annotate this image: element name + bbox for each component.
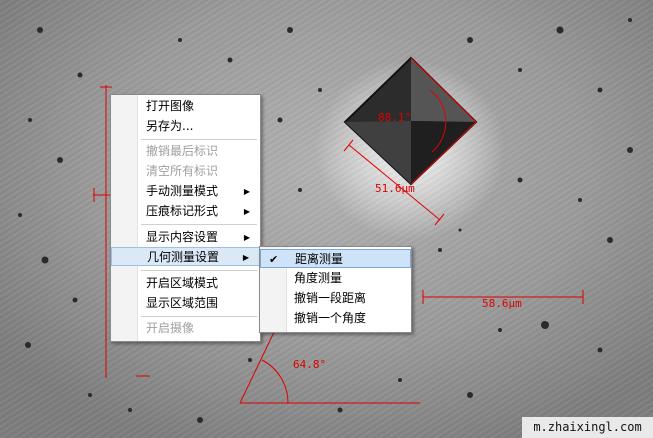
menu-item-enable-region-mode[interactable]: 开启区域模式 — [111, 274, 260, 293]
image-viewport[interactable]: 88.1° 51.6μm 58.6μm 64.8° m.zhaixingl.co… — [0, 0, 653, 438]
distance-label: 58.6μm — [482, 297, 522, 310]
menu-separator — [141, 316, 257, 317]
submenu-arrow-icon: ▶ — [242, 253, 249, 262]
menu-item-show-region-range[interactable]: 显示区域范围 — [111, 294, 260, 313]
angle-label: 64.8° — [293, 358, 327, 371]
menu-separator — [141, 139, 257, 140]
submenu-item-undo-distance[interactable]: 撤销一段距离 — [260, 289, 411, 308]
indent-edge-label: 51.6μm — [375, 182, 415, 195]
menu-item-open-image[interactable]: 打开图像 — [111, 97, 260, 116]
geometry-submenu: ✔ 距离测量 角度测量 撤销一段距离 撤销一个角度 — [259, 246, 412, 333]
menu-item-indent-mark-style[interactable]: 压痕标记形式 ▶ — [111, 202, 260, 221]
context-menu: 打开图像 另存为... 撤销最后标识 清空所有标识 手动测量模式 ▶ 压痕标记形式… — [110, 94, 261, 342]
watermark: m.zhaixingl.com — [522, 417, 653, 438]
specimen-overlay — [18, 18, 633, 423]
submenu-arrow-icon: ▶ — [243, 207, 250, 216]
submenu-arrow-icon: ▶ — [243, 187, 250, 196]
submenu-item-undo-angle[interactable]: 撤销一个角度 — [260, 309, 411, 328]
menu-item-manual-measure-mode[interactable]: 手动测量模式 ▶ — [111, 182, 260, 201]
menu-item-undo-last-mark[interactable]: 撤销最后标识 — [111, 142, 260, 161]
menu-item-save-as[interactable]: 另存为... — [111, 117, 260, 136]
checkmark-icon: ✔ — [269, 253, 279, 266]
submenu-arrow-icon: ▶ — [243, 233, 250, 242]
menu-item-enable-camera[interactable]: 开启摄像 — [111, 319, 260, 338]
submenu-item-angle-measure[interactable]: 角度测量 — [260, 269, 411, 288]
submenu-item-distance-measure[interactable]: ✔ 距离测量 — [260, 249, 411, 268]
menu-separator — [141, 224, 257, 225]
indent-angle-label: 88.1° — [378, 111, 412, 124]
menu-separator — [141, 270, 257, 271]
menu-item-display-settings[interactable]: 显示内容设置 ▶ — [111, 228, 260, 247]
menu-item-geometry-settings[interactable]: 几何测量设置 ▶ — [111, 247, 260, 266]
menu-item-clear-all-marks[interactable]: 清空所有标识 — [111, 162, 260, 181]
